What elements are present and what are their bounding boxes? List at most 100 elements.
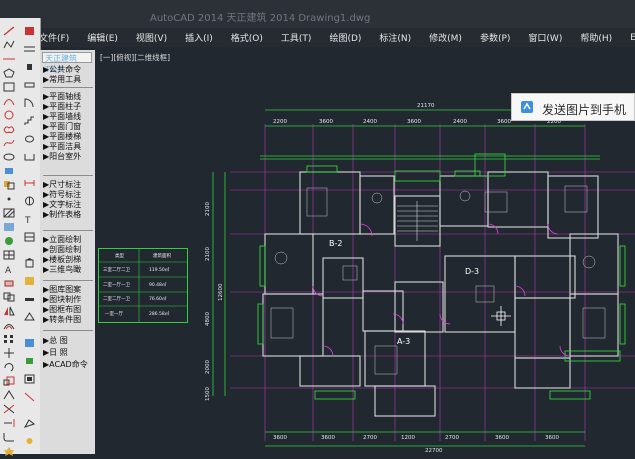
column-icon[interactable] bbox=[24, 62, 35, 72]
tpanel-item-symbol[interactable]: ▶符号标注 bbox=[43, 190, 81, 200]
dim-top-seg: 2400 bbox=[363, 119, 377, 125]
copy-tool-icon[interactable] bbox=[3, 292, 15, 302]
gradient-tool-icon[interactable] bbox=[3, 222, 15, 232]
stretch-tool-icon[interactable] bbox=[3, 390, 15, 400]
tpanel-item-dimension[interactable]: ▶尺寸标注 bbox=[43, 180, 81, 190]
door-window-icon[interactable] bbox=[24, 98, 35, 108]
tpanel-item-column[interactable]: ▶平面柱子 bbox=[43, 102, 81, 112]
tpanel-item-balcony[interactable]: ▶阳台室外 bbox=[43, 152, 81, 162]
menu-modify[interactable]: 修改(M) bbox=[420, 31, 471, 44]
text-icon[interactable]: T bbox=[24, 214, 35, 226]
menu-view[interactable]: 视图(V) bbox=[127, 31, 176, 44]
menu-insert[interactable]: 插入(I) bbox=[176, 31, 222, 44]
tpanel-item-acad-commands[interactable]: ▶ACAD命令 bbox=[43, 360, 88, 370]
stair-icon[interactable] bbox=[24, 116, 35, 126]
region-tool-icon[interactable] bbox=[3, 236, 15, 246]
tpanel-item-stair[interactable]: ▶平面楼梯 bbox=[43, 132, 81, 142]
frame-layout-icon[interactable] bbox=[24, 374, 35, 384]
tpanel-item-common-commands[interactable]: ▶公共命令 bbox=[43, 65, 81, 75]
send-to-phone-button[interactable]: 发送图片到手机 bbox=[511, 93, 635, 121]
tpanel-item-library[interactable]: ▶图库图案 bbox=[43, 285, 81, 295]
rectangle-tool-icon[interactable] bbox=[3, 82, 15, 92]
condition-drawing-icon[interactable] bbox=[24, 392, 35, 402]
tpanel-item-door-window[interactable]: ▶平面门窗 bbox=[43, 122, 81, 132]
tpanel-item-section[interactable]: ▶剖面绘制 bbox=[43, 245, 81, 255]
extend-tool-icon[interactable] bbox=[3, 418, 15, 428]
menu-dimension[interactable]: 标注(N) bbox=[370, 31, 420, 44]
fillet-tool-icon[interactable] bbox=[3, 432, 15, 442]
make-block-icon[interactable] bbox=[3, 180, 15, 190]
erase-tool-icon[interactable] bbox=[3, 278, 15, 288]
mtext-tool-icon[interactable]: A bbox=[3, 264, 15, 276]
tpanel-item-common-tools[interactable]: ▶常用工具 bbox=[43, 75, 81, 85]
wall-icon[interactable] bbox=[24, 80, 35, 90]
elevation-icon[interactable] bbox=[24, 258, 35, 268]
move-tool-icon[interactable] bbox=[3, 348, 15, 358]
arc-tool-icon[interactable] bbox=[3, 96, 15, 106]
tpanel-separator bbox=[43, 280, 93, 281]
point-tool-icon[interactable] bbox=[3, 194, 15, 204]
hatch-tool-icon[interactable] bbox=[3, 208, 15, 218]
explode-tool-icon[interactable] bbox=[3, 446, 15, 456]
line-tool-icon[interactable] bbox=[3, 26, 15, 36]
tpanel-item-birdview[interactable]: ▶三维鸟瞰 bbox=[43, 265, 81, 275]
tpanel-item-text[interactable]: ▶文字标注 bbox=[43, 200, 81, 210]
menu-window[interactable]: 窗口(W) bbox=[519, 31, 571, 44]
menu-edit[interactable]: 编辑(E) bbox=[78, 31, 127, 44]
construction-line-icon[interactable] bbox=[3, 54, 15, 64]
sunlight-icon[interactable] bbox=[24, 436, 35, 446]
library-icon[interactable] bbox=[24, 338, 35, 348]
polygon-tool-icon[interactable] bbox=[3, 68, 15, 78]
tpanel-item-table[interactable]: ▶制作表格 bbox=[43, 210, 81, 220]
balcony-icon[interactable] bbox=[24, 152, 35, 162]
tpanel-item-sunlight[interactable]: ▶日 照 bbox=[43, 348, 68, 358]
polyline-tool-icon[interactable] bbox=[3, 40, 15, 50]
block-icon[interactable] bbox=[24, 356, 35, 366]
trim-tool-icon[interactable] bbox=[3, 404, 15, 414]
tpanel-item-site-plan[interactable]: ▶总 图 bbox=[43, 336, 68, 346]
tpanel-item-frame[interactable]: ▶图框布图 bbox=[43, 305, 81, 315]
revcloud-tool-icon[interactable] bbox=[3, 124, 15, 134]
dimension-icon[interactable] bbox=[24, 178, 35, 188]
menu-tools[interactable]: 工具(T) bbox=[272, 31, 321, 44]
mirror-tool-icon[interactable] bbox=[3, 306, 15, 316]
dim-bottom-seg: 2700 bbox=[445, 435, 459, 441]
tpanel-item-axis[interactable]: ▶平面轴线 bbox=[43, 92, 81, 102]
tangent-command-icon[interactable] bbox=[24, 26, 35, 36]
scale-tool-icon[interactable] bbox=[3, 376, 15, 386]
axis-grid-icon[interactable] bbox=[24, 44, 35, 54]
viewport-label[interactable]: [一][俯视][二维线框] bbox=[100, 52, 170, 63]
tpanel-item-wall[interactable]: ▶平面墙线 bbox=[43, 112, 81, 122]
spline-tool-icon[interactable] bbox=[3, 138, 15, 148]
send-to-phone-label: 发送图片到手机 bbox=[542, 103, 627, 117]
menu-format[interactable]: 格式(O) bbox=[222, 31, 272, 44]
menu-draw[interactable]: 绘图(D) bbox=[320, 31, 370, 44]
table-icon[interactable] bbox=[24, 232, 35, 242]
menu-express[interactable]: Express bbox=[621, 33, 635, 43]
dim-bottom-seg: 1200 bbox=[401, 435, 415, 441]
dim-left-seg: 1500 bbox=[205, 387, 211, 401]
room-label-d3: D-3 bbox=[465, 267, 479, 276]
slab-icon[interactable] bbox=[24, 294, 35, 304]
symbol-icon[interactable] bbox=[24, 196, 35, 206]
table-tool-icon[interactable] bbox=[3, 250, 15, 260]
menu-parameter[interactable]: 参数(P) bbox=[471, 31, 519, 44]
tpanel-item-slab[interactable]: ▶楼板剖梯 bbox=[43, 255, 81, 265]
dim-bottom-seg: 3600 bbox=[545, 435, 559, 441]
rotate-tool-icon[interactable] bbox=[3, 362, 15, 372]
tpanel-item-condition[interactable]: ▶转条件图 bbox=[43, 315, 81, 325]
tpanel-item-fixture[interactable]: ▶平面洁具 bbox=[43, 142, 81, 152]
area-table-cell: 286.58㎡ bbox=[149, 312, 170, 317]
tpanel-item-elevation[interactable]: ▶立面绘制 bbox=[43, 235, 81, 245]
ellipse-tool-icon[interactable] bbox=[3, 152, 15, 162]
array-tool-icon[interactable] bbox=[3, 334, 15, 344]
offset-tool-icon[interactable] bbox=[3, 320, 15, 330]
circle-tool-icon[interactable] bbox=[3, 110, 15, 120]
insert-block-icon[interactable] bbox=[3, 166, 15, 176]
tpanel-item-block[interactable]: ▶图块制作 bbox=[43, 295, 81, 305]
menu-help[interactable]: 帮助(H) bbox=[571, 31, 621, 44]
site-plan-icon[interactable] bbox=[23, 418, 36, 428]
fixture-icon[interactable] bbox=[24, 134, 35, 144]
birdview-icon[interactable] bbox=[24, 312, 35, 322]
section-icon[interactable] bbox=[24, 276, 35, 286]
